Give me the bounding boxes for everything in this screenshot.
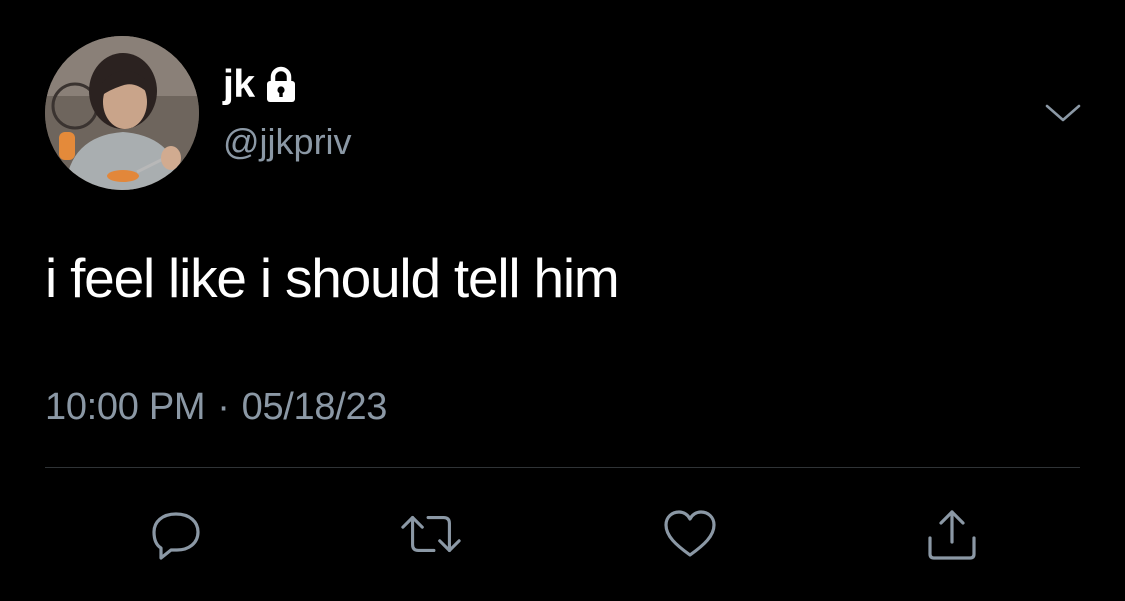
retweet-button[interactable]: [399, 504, 463, 564]
divider: [45, 467, 1080, 468]
author-handle[interactable]: @jjkpriv: [223, 121, 352, 163]
reply-button[interactable]: [144, 504, 208, 564]
avatar[interactable]: [45, 36, 199, 190]
author-name-row: jk: [223, 64, 298, 106]
like-icon: [664, 510, 716, 557]
lock-icon: [264, 66, 298, 104]
share-icon: [928, 510, 976, 560]
share-button[interactable]: [920, 504, 984, 564]
tweet-time[interactable]: 10:00 PM: [45, 386, 206, 428]
avatar-photo: [45, 36, 199, 190]
chevron-down-icon[interactable]: [1043, 98, 1083, 128]
tweet-text: i feel like i should tell him: [45, 247, 620, 309]
tweet-date[interactable]: 05/18/23: [242, 386, 388, 428]
timestamp-separator: ·: [217, 386, 230, 428]
tweet-card: jk @jjkpriv i feel like i should tell hi…: [0, 0, 1125, 601]
like-button[interactable]: [658, 504, 722, 564]
timestamp: 10:00 PM · 05/18/23: [45, 384, 387, 430]
display-name[interactable]: jk: [223, 64, 255, 106]
retweet-icon: [401, 515, 461, 553]
reply-icon: [152, 512, 200, 560]
